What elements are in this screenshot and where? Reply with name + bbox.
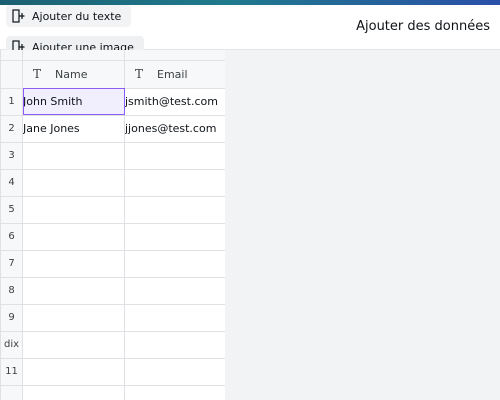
add-text-button[interactable]: Ajouter du texte [6, 5, 132, 27]
table-cell[interactable] [124, 141, 225, 170]
table-cell[interactable] [22, 249, 125, 278]
table-cell[interactable] [124, 357, 225, 386]
row-number: 3 [0, 141, 23, 170]
table-cell[interactable] [22, 330, 125, 359]
table-cell[interactable] [124, 303, 225, 332]
data-table-container: T Name T Email 1 John Smith jsmith@test.com … [0, 50, 225, 400]
table-cell[interactable] [124, 330, 225, 359]
row-number: 4 [0, 168, 23, 197]
column-header-label: Email [157, 67, 188, 81]
table-cell[interactable] [124, 222, 225, 251]
table-cell[interactable] [22, 303, 125, 332]
table-cell[interactable] [22, 357, 125, 386]
table-cell[interactable]: Jane Jones [22, 114, 125, 143]
header-bar: Ajouter du texte Ajouter une image Ajout… [0, 5, 500, 58]
column-header-name[interactable]: T Name [22, 59, 125, 89]
table-cell[interactable] [22, 195, 125, 224]
table-row: 11 [0, 357, 225, 386]
corner-cell [0, 59, 23, 89]
table-cell[interactable]: John Smith [22, 87, 125, 116]
text-type-icon: T [33, 67, 42, 81]
panel-title: Ajouter des données [356, 19, 490, 34]
row-number: 5 [0, 195, 23, 224]
table-row: 1 John Smith jsmith@test.com [0, 87, 225, 116]
row-number: 2 [0, 114, 23, 143]
table-row: 7 [0, 249, 225, 278]
row-number: 7 [0, 249, 23, 278]
add-text-icon [12, 9, 26, 23]
table-cell[interactable] [22, 168, 125, 197]
add-text-label: Ajouter du texte [32, 9, 122, 23]
column-header-row: T Name T Email [0, 59, 225, 89]
table-row: 2 Jane Jones jjones@test.com [0, 114, 225, 143]
table-row: 4 [0, 168, 225, 197]
row-number: dix [0, 330, 23, 359]
text-type-icon: T [135, 67, 144, 81]
table-row: 6 [0, 222, 225, 251]
column-header-email[interactable]: T Email [124, 59, 225, 89]
table-cell[interactable] [22, 141, 125, 170]
row-number: 6 [0, 222, 23, 251]
table-row: 8 [0, 276, 225, 305]
row-number [0, 384, 23, 400]
table-cell[interactable] [22, 276, 125, 305]
table-cell[interactable]: jjones@test.com [124, 114, 225, 143]
column-header-label: Name [55, 67, 88, 81]
table-top-spacer [0, 50, 225, 61]
row-number: 1 [0, 87, 23, 116]
table-row [0, 384, 225, 400]
table-row: dix [0, 330, 225, 359]
table-row: 9 [0, 303, 225, 332]
data-table: T Name T Email 1 John Smith jsmith@test.com … [0, 50, 225, 400]
row-number: 9 [0, 303, 23, 332]
row-number: 11 [0, 357, 23, 386]
table-cell[interactable] [124, 276, 225, 305]
table-cell[interactable] [22, 384, 125, 400]
table-cell[interactable] [124, 384, 225, 400]
table-cell[interactable]: jsmith@test.com [124, 87, 225, 116]
table-row: 5 [0, 195, 225, 224]
table-cell[interactable] [22, 222, 125, 251]
table-cell[interactable] [124, 249, 225, 278]
table-cell[interactable] [124, 195, 225, 224]
row-number: 8 [0, 276, 23, 305]
table-row: 3 [0, 141, 225, 170]
table-cell[interactable] [124, 168, 225, 197]
